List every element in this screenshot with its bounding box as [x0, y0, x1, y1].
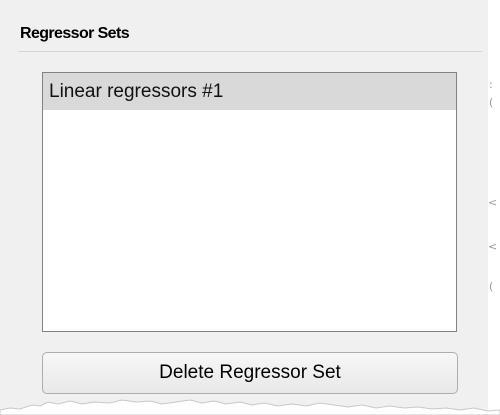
torn-edge-decoration — [0, 399, 500, 415]
list-item-label: Linear regressors #1 — [49, 81, 224, 102]
screenshot-root: Regressor Sets Linear regressors #1 Dele… — [0, 0, 500, 415]
partial-glyph-icon: ( — [489, 280, 494, 293]
partial-glyph-icon: < — [488, 240, 498, 253]
partial-glyph-icon: : — [489, 78, 493, 91]
list-item[interactable]: Linear regressors #1 — [43, 73, 456, 110]
partial-glyph-icon: ( — [489, 96, 494, 109]
regressor-sets-listbox[interactable]: Linear regressors #1 — [42, 72, 457, 332]
title-divider — [18, 51, 482, 52]
panel-title: Regressor Sets — [20, 25, 130, 42]
delete-regressor-set-button[interactable]: Delete Regressor Set — [42, 352, 458, 394]
adjacent-panel-edge: : ( < < ( — [488, 0, 500, 415]
regressor-sets-panel: Regressor Sets Linear regressors #1 Dele… — [0, 0, 488, 415]
partial-glyph-icon: < — [488, 196, 498, 209]
